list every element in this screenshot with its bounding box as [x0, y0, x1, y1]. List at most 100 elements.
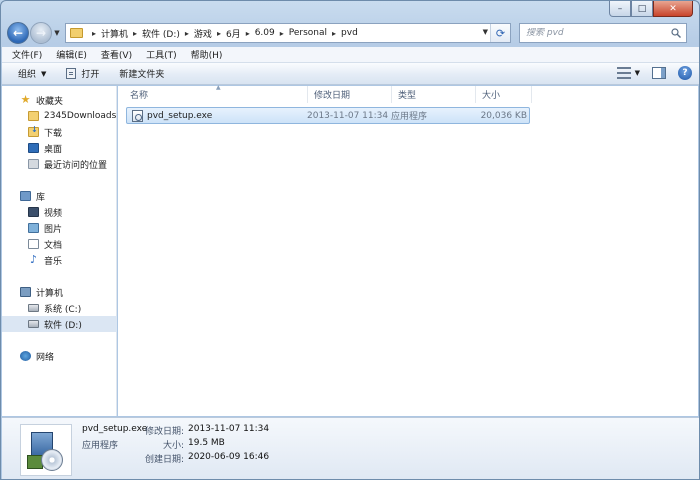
sidebar-item-2345downloads[interactable]: 2345Downloads [2, 108, 117, 124]
desktop-icon [28, 143, 39, 153]
maximize-button[interactable]: □ [631, 1, 653, 17]
menu-bar: 文件(F) 编辑(E) 查看(V) 工具(T) 帮助(H) [2, 47, 699, 63]
folder-icon [28, 111, 39, 121]
caption-buttons: – □ ✕ [609, 1, 693, 17]
sidebar-item-label: 音乐 [44, 256, 63, 267]
sidebar-item-label: 下载 [44, 128, 63, 139]
sidebar-item-network[interactable]: 网络 [2, 348, 117, 364]
menu-tools[interactable]: 工具(T) [146, 48, 177, 61]
chevron-right-icon[interactable]: ▸ [246, 29, 250, 38]
minimize-button[interactable]: – [609, 1, 631, 17]
sidebar-item-desktop[interactable]: 桌面 [2, 140, 117, 156]
sidebar-item-label: 收藏夹 [36, 96, 64, 107]
details-label: 修改日期: [144, 427, 184, 437]
chevron-down-icon: ▼ [41, 69, 47, 78]
download-folder-icon [28, 125, 39, 137]
sidebar-item-documents[interactable]: 文档 [2, 236, 117, 252]
computer-icon [20, 287, 31, 297]
column-header-name[interactable]: 名称 ▲ [124, 84, 308, 103]
sidebar-item-label: 计算机 [36, 288, 64, 299]
new-folder-label: 新建文件夹 [119, 70, 165, 80]
search-box [519, 23, 687, 43]
breadcrumb-games[interactable]: 游戏 [194, 27, 212, 40]
library-icon [20, 191, 31, 201]
sidebar-item-label: 桌面 [44, 144, 63, 155]
sidebar-item-label: 网络 [36, 352, 55, 363]
star-icon: ★ [20, 93, 31, 106]
video-library-icon [28, 207, 39, 217]
column-header-size[interactable]: 大小 [476, 86, 532, 103]
breadcrumb-drive-d[interactable]: 软件 (D:) [142, 27, 180, 40]
executable-icon [132, 109, 143, 122]
documents-library-icon [28, 239, 39, 249]
column-label: 大小 [482, 91, 501, 101]
back-button[interactable]: ← [7, 22, 29, 44]
view-options-icon[interactable] [616, 67, 631, 79]
navigation-pane: ★ 收藏夹 2345Downloads 下载 桌面 最近访问的位置 库 视频 [2, 86, 117, 416]
file-row[interactable]: pvd_setup.exe 2013-11-07 11:34 应用程序 20,0… [126, 107, 530, 124]
search-icon[interactable] [671, 28, 681, 38]
sidebar-item-music[interactable]: ♪ 音乐 [2, 252, 117, 268]
sidebar-item-downloads[interactable]: 下载 [2, 124, 117, 140]
explorer-window: – □ ✕ ← → ▼ ▸ 计算机 ▸ 软件 (D:) ▸ 游戏 ▸ 6月 ▸ … [0, 0, 700, 480]
menu-edit[interactable]: 编辑(E) [56, 48, 87, 61]
sidebar-item-computer[interactable]: 计算机 [2, 284, 117, 300]
file-name: pvd_setup.exe [147, 110, 213, 121]
breadcrumb-june[interactable]: 6月 [226, 27, 241, 40]
details-pane: pvd_setup.exe 应用程序 修改日期: 2013-11-07 11:3… [2, 417, 699, 479]
organize-label: 组织 [18, 70, 37, 80]
open-button[interactable]: 打开 [66, 67, 99, 80]
breadcrumb-6-09[interactable]: 6.09 [255, 28, 275, 38]
recent-pages-dropdown[interactable]: ▼ [52, 29, 62, 37]
open-label: 打开 [81, 70, 100, 80]
menu-view[interactable]: 查看(V) [101, 48, 132, 61]
help-icon[interactable]: ? [678, 66, 692, 80]
address-bar[interactable]: ▸ 计算机 ▸ 软件 (D:) ▸ 游戏 ▸ 6月 ▸ 6.09 ▸ Perso… [65, 23, 511, 43]
chevron-right-icon[interactable]: ▸ [92, 29, 96, 38]
sidebar-item-videos[interactable]: 视频 [2, 204, 117, 220]
music-note-icon: ♪ [29, 253, 38, 266]
preview-pane-icon[interactable] [652, 67, 666, 79]
sort-ascending-icon: ▲ [216, 84, 221, 91]
sidebar-item-libraries[interactable]: 库 [2, 188, 117, 204]
chevron-right-icon[interactable]: ▸ [133, 29, 137, 38]
details-value: 2020-06-09 16:46 [188, 452, 270, 462]
menu-file[interactable]: 文件(F) [12, 48, 42, 61]
sidebar-item-label: 软件 (D:) [44, 320, 82, 331]
menu-help[interactable]: 帮助(H) [191, 48, 223, 61]
view-controls: ▼ ? [616, 66, 692, 80]
chevron-down-icon[interactable]: ▼ [635, 69, 640, 77]
details-created-row: 创建日期: 2020-06-09 16:46 [130, 452, 269, 465]
column-header-type[interactable]: 类型 [392, 86, 476, 103]
navigation-row: ← → ▼ ▸ 计算机 ▸ 软件 (D:) ▸ 游戏 ▸ 6月 ▸ 6.09 ▸… [7, 21, 695, 45]
new-folder-button[interactable]: 新建文件夹 [119, 67, 164, 80]
breadcrumb-personal[interactable]: Personal [289, 28, 327, 38]
chevron-right-icon[interactable]: ▸ [217, 29, 221, 38]
details-value: 19.5 MB [188, 438, 225, 448]
breadcrumb-pvd[interactable]: pvd [341, 28, 358, 38]
column-header-modified[interactable]: 修改日期 [308, 86, 392, 103]
sidebar-item-label: 系统 (C:) [44, 304, 82, 315]
search-input[interactable] [526, 28, 666, 38]
organize-button[interactable]: 组织 ▼ [18, 67, 47, 81]
file-size: 20,036 KB [480, 110, 527, 121]
address-history-dropdown[interactable]: ▼ [483, 28, 488, 36]
system-drive-icon [28, 304, 39, 312]
sidebar-item-drive-c[interactable]: 系统 (C:) [2, 300, 117, 316]
sidebar-item-pictures[interactable]: 图片 [2, 220, 117, 236]
refresh-button[interactable]: ⟳ [490, 24, 510, 42]
sidebar-item-drive-d[interactable]: 软件 (D:) [2, 316, 117, 332]
forward-button[interactable]: → [30, 22, 52, 44]
breadcrumb-computer[interactable]: 计算机 [101, 27, 128, 40]
details-file-type: 应用程序 [82, 441, 119, 451]
chevron-right-icon[interactable]: ▸ [332, 29, 336, 38]
file-modified: 2013-11-07 11:34 [307, 110, 389, 121]
close-button[interactable]: ✕ [653, 1, 693, 17]
column-label: 名称 [130, 91, 149, 101]
sidebar-item-recent-places[interactable]: 最近访问的位置 [2, 156, 117, 172]
details-label: 大小: [162, 441, 184, 451]
recent-places-icon [28, 159, 39, 169]
chevron-right-icon[interactable]: ▸ [280, 29, 284, 38]
chevron-right-icon[interactable]: ▸ [185, 29, 189, 38]
sidebar-item-favorites[interactable]: ★ 收藏夹 [2, 92, 117, 108]
